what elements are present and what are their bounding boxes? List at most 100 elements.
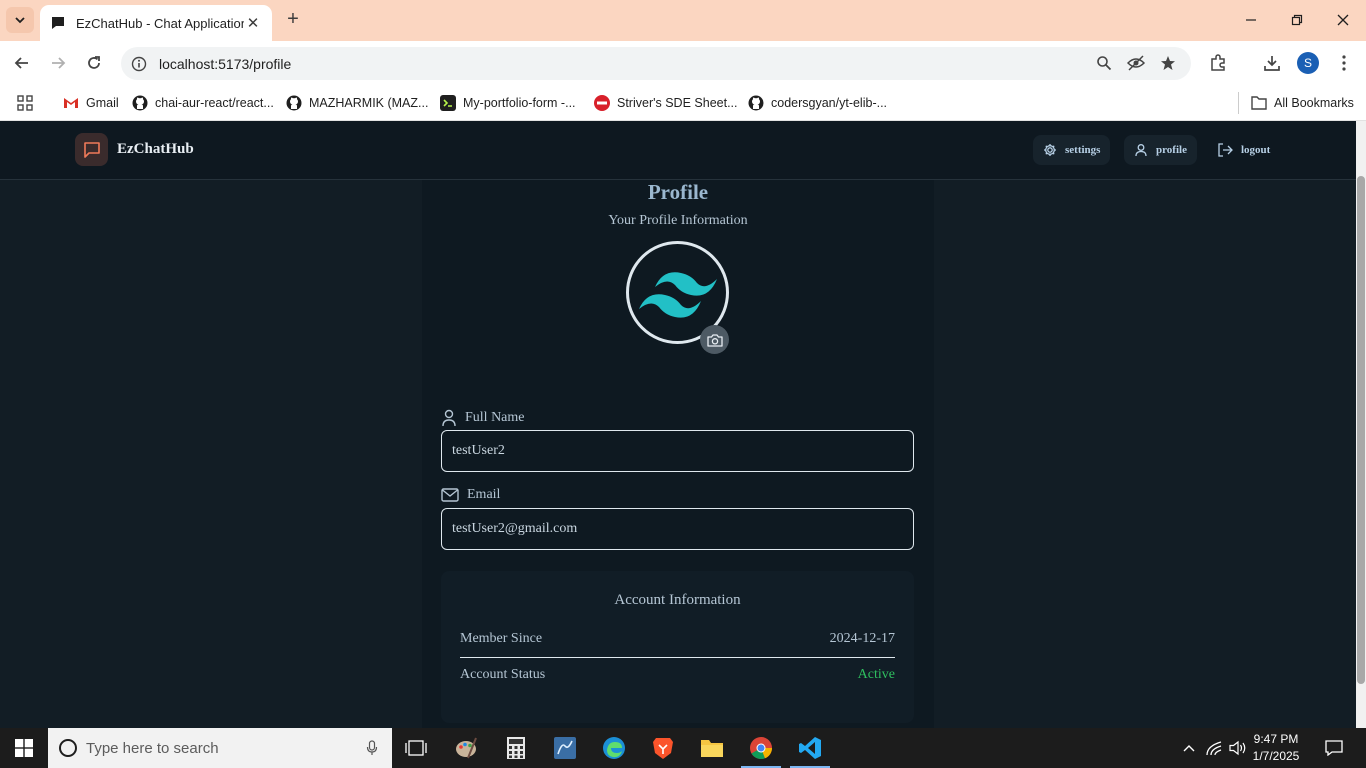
clock-time: 9:47 PM	[1253, 732, 1299, 746]
bookmark-yt-elib[interactable]: codersgyan/yt-elib-...	[748, 92, 887, 114]
arrow-left-icon	[14, 57, 28, 69]
windows-logo-icon	[15, 739, 33, 757]
task-view-button[interactable]	[392, 728, 440, 768]
profile-button[interactable]: profile	[1124, 135, 1197, 165]
start-button[interactable]	[0, 728, 48, 768]
taskbar-mysql-workbench[interactable]	[541, 728, 589, 768]
logout-icon	[1218, 143, 1233, 157]
calculator-icon	[507, 737, 525, 759]
apps-button[interactable]	[17, 92, 33, 114]
close-icon	[1337, 14, 1349, 26]
bookmark-portfolio-form[interactable]: My-portfolio-form -...	[440, 92, 576, 114]
taskbar-brave[interactable]	[639, 728, 687, 768]
taskbar-search[interactable]: Type here to search	[48, 728, 392, 768]
taskbar-clock[interactable]: 9:47 PM 1/7/2025	[1246, 731, 1306, 765]
change-photo-button[interactable]	[700, 325, 729, 354]
close-tab-icon[interactable]: ✕	[244, 14, 262, 32]
github-icon	[748, 95, 764, 111]
taskbar-file-explorer[interactable]	[688, 728, 736, 768]
settings-label: settings	[1065, 144, 1101, 156]
page-scrollbar[interactable]	[1356, 121, 1366, 728]
bookmark-chai-aur-react[interactable]: chai-aur-react/react...	[132, 92, 274, 114]
chat-favicon-icon	[52, 17, 64, 29]
menu-kebab-icon[interactable]	[1333, 52, 1355, 74]
chrome-icon	[750, 737, 773, 760]
app-viewport: EzChatHub settings profile logout Profil…	[0, 121, 1356, 728]
app-logo[interactable]	[75, 133, 108, 166]
account-status-row: Account Status Active	[460, 667, 895, 683]
restore-icon	[1291, 14, 1303, 26]
tab-title: EzChatHub - Chat Application	[76, 15, 244, 31]
app-header: EzChatHub settings profile logout	[0, 121, 1356, 180]
notifications-button[interactable]	[1320, 728, 1348, 768]
logout-button[interactable]: logout	[1207, 135, 1280, 165]
apps-grid-icon	[17, 95, 33, 111]
profile-label: profile	[1156, 144, 1187, 156]
taskbar-paint[interactable]	[442, 728, 490, 768]
email-field[interactable]: testUser2@gmail.com	[441, 508, 914, 550]
full-name-field[interactable]: testUser2	[441, 430, 914, 472]
minimize-icon	[1246, 19, 1256, 21]
vscode-icon	[799, 737, 821, 759]
all-bookmarks[interactable]: All Bookmarks	[1238, 92, 1354, 114]
folder-icon	[1251, 95, 1267, 111]
eye-off-icon[interactable]	[1127, 54, 1145, 72]
forward-button[interactable]	[45, 50, 71, 76]
show-hidden-icons[interactable]	[1178, 728, 1200, 768]
bookmark-label: My-portfolio-form -...	[463, 96, 576, 110]
back-button[interactable]	[9, 50, 35, 76]
close-window-button[interactable]	[1320, 8, 1366, 32]
profile-avatar[interactable]: S	[1297, 52, 1319, 74]
bookmark-label: Striver's SDE Sheet...	[617, 96, 738, 110]
taskbar-calculator[interactable]	[492, 728, 540, 768]
tab-search-button[interactable]	[6, 7, 34, 33]
microphone-icon[interactable]	[366, 740, 378, 756]
workbench-icon	[554, 737, 576, 759]
restore-button[interactable]	[1274, 8, 1320, 32]
all-bookmarks-label: All Bookmarks	[1274, 96, 1354, 110]
taskbar-vscode[interactable]	[786, 728, 834, 768]
tailwind-logo-icon	[638, 271, 717, 318]
chevron-up-icon	[1183, 745, 1195, 752]
brand-name[interactable]: EzChatHub	[117, 141, 194, 158]
download-icon[interactable]	[1261, 52, 1283, 74]
zoom-icon[interactable]	[1095, 54, 1113, 72]
reload-button[interactable]	[81, 50, 107, 76]
member-since-label: Member Since	[460, 631, 543, 646]
github-icon	[132, 95, 148, 111]
edge-icon	[603, 737, 625, 759]
url-text: localhost:5173/profile	[159, 55, 292, 72]
chevron-down-icon	[15, 17, 25, 24]
bookmark-gmail[interactable]: Gmail	[63, 92, 119, 114]
bookmark-mazharmik[interactable]: MAZHARMIK (MAZ...	[286, 92, 428, 114]
folder-icon	[701, 740, 723, 757]
user-icon	[1135, 144, 1147, 157]
taskbar-chrome[interactable]	[737, 728, 785, 768]
member-since-row: Member Since 2024-12-17	[460, 631, 895, 647]
bookmark-striver-sheet[interactable]: Striver's SDE Sheet...	[594, 92, 737, 114]
account-information-card: Account Information Member Since 2024-12…	[441, 571, 914, 723]
cortana-circle-icon	[59, 739, 77, 757]
email-label: Email	[441, 487, 500, 503]
taskbar-edge[interactable]	[590, 728, 638, 768]
bookmark-label: MAZHARMIK (MAZ...	[309, 96, 429, 110]
site-info-icon[interactable]	[131, 56, 147, 72]
extensions-icon[interactable]	[1207, 52, 1229, 74]
bookmark-star-icon[interactable]	[1159, 54, 1177, 72]
new-tab-button[interactable]: +	[282, 9, 304, 31]
scrollbar-thumb[interactable]	[1357, 176, 1365, 684]
taskbar-search-placeholder: Type here to search	[86, 739, 219, 757]
full-name-label: Full Name	[441, 409, 525, 427]
minimize-button[interactable]	[1228, 8, 1274, 32]
settings-button[interactable]: settings	[1033, 135, 1111, 165]
full-name-label-text: Full Name	[465, 410, 525, 425]
network-icon[interactable]	[1203, 728, 1225, 768]
browser-toolbar: localhost:5173/profile S	[0, 41, 1366, 85]
divider	[460, 657, 895, 658]
address-bar[interactable]: localhost:5173/profile	[121, 47, 1191, 80]
bookmark-label: codersgyan/yt-elib-...	[771, 96, 888, 110]
gear-icon	[1044, 144, 1056, 156]
email-label-text: Email	[467, 487, 501, 502]
browser-tab-active[interactable]: EzChatHub - Chat Application ✕	[40, 5, 272, 41]
brave-lion-icon	[653, 738, 673, 759]
